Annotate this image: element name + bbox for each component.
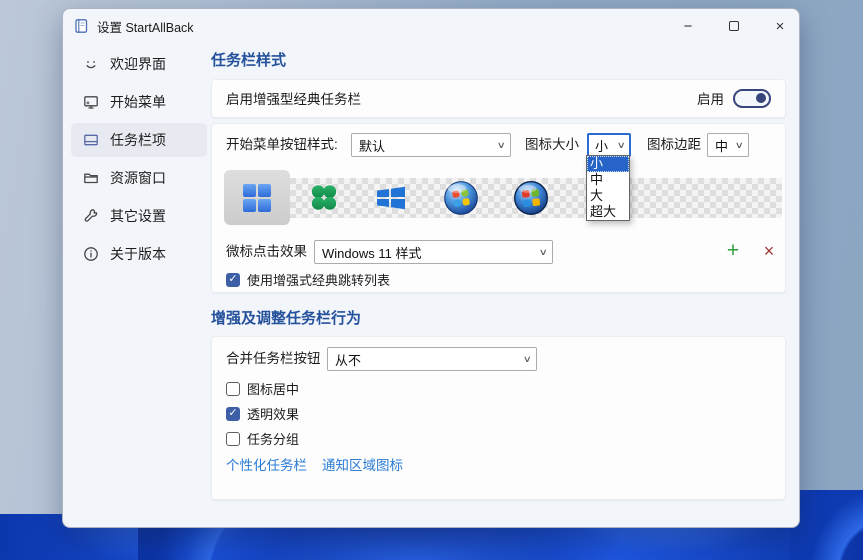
icon-size-select[interactable]: 小 ∨ bbox=[587, 133, 631, 157]
icon-margin-select[interactable]: 中 ∨ bbox=[707, 133, 749, 157]
personalize-taskbar-link[interactable]: 个性化任务栏 bbox=[226, 454, 307, 474]
orb-windows-11[interactable] bbox=[224, 170, 290, 225]
dropdown-option-extra-large[interactable]: 超大 bbox=[587, 204, 629, 220]
wallpaper-petal-right bbox=[790, 490, 863, 560]
sidebar-item-label: 任务栏项 bbox=[110, 130, 166, 150]
app-icon bbox=[73, 18, 89, 34]
enable-taskbar-toggle[interactable] bbox=[733, 89, 771, 108]
start-button-style-label: 开始菜单按钮样式: bbox=[226, 133, 338, 157]
orb-windows-7[interactable] bbox=[428, 170, 494, 225]
transparency-label: 透明效果 bbox=[247, 404, 299, 423]
info-icon bbox=[83, 246, 99, 262]
icon-size-label: 图标大小 bbox=[525, 133, 579, 157]
chevron-down-icon: ∨ bbox=[497, 140, 506, 151]
startallback-settings-window: 设置 StartAllBack − × 欢迎界面 开始菜单 任务栏项 资源窗口 bbox=[62, 8, 800, 528]
notification-area-icons-link[interactable]: 通知区域图标 bbox=[322, 454, 403, 474]
startallback-clover-logo-icon bbox=[309, 183, 339, 213]
check-icon: ✓ bbox=[228, 408, 237, 419]
sidebar-item-label: 开始菜单 bbox=[110, 92, 166, 112]
close-icon: × bbox=[776, 18, 785, 35]
task-grouping-checkbox[interactable]: ✓ bbox=[226, 432, 240, 446]
chevron-down-icon: ∨ bbox=[617, 140, 626, 151]
sidebar-item-start-menu[interactable]: 开始菜单 bbox=[71, 85, 207, 119]
task-grouping-label: 任务分组 bbox=[247, 429, 299, 448]
explorer-window-icon bbox=[83, 170, 99, 186]
sidebar-item-label: 欢迎界面 bbox=[110, 54, 166, 74]
minimize-button[interactable]: − bbox=[671, 14, 705, 38]
section-title-taskbar-style: 任务栏样式 bbox=[211, 49, 286, 70]
dropdown-option-medium[interactable]: 中 bbox=[587, 172, 629, 188]
sidebar-item-label: 关于版本 bbox=[110, 244, 166, 264]
wrench-icon bbox=[83, 208, 99, 224]
maximize-icon bbox=[729, 21, 739, 31]
remove-button[interactable]: × bbox=[758, 240, 780, 262]
welcome-smiley-icon bbox=[83, 56, 99, 72]
enable-taskbar-label: 启用增强型经典任务栏 bbox=[226, 88, 361, 112]
sidebar-item-explorer[interactable]: 资源窗口 bbox=[71, 161, 207, 195]
add-button[interactable]: + bbox=[722, 240, 744, 262]
orb-startallback-clover[interactable] bbox=[291, 170, 357, 225]
click-effect-select[interactable]: Windows 11 样式 ∨ bbox=[314, 240, 553, 264]
combine-buttons-value: 从不 bbox=[335, 350, 361, 369]
task-grouping-checkbox-row[interactable]: ✓ 任务分组 bbox=[226, 429, 299, 448]
check-icon: ✓ bbox=[228, 274, 237, 285]
sidebar-item-taskbar[interactable]: 任务栏项 bbox=[71, 123, 207, 157]
window-title: 设置 StartAllBack bbox=[97, 17, 194, 36]
icon-margin-label: 图标边距 bbox=[647, 133, 701, 157]
sidebar-item-other-settings[interactable]: 其它设置 bbox=[71, 199, 207, 233]
start-menu-icon bbox=[83, 94, 99, 110]
center-icons-label: 图标居中 bbox=[247, 379, 299, 398]
windows-8-logo-icon bbox=[376, 184, 406, 212]
toggle-label: 启用 bbox=[697, 88, 724, 108]
remove-x-icon: × bbox=[764, 241, 775, 262]
orb-windows-vista[interactable] bbox=[498, 170, 564, 225]
center-icons-checkbox[interactable]: ✓ bbox=[226, 382, 240, 396]
jumplist-checkbox-label: 使用增强式经典跳转列表 bbox=[247, 270, 390, 289]
transparency-checkbox[interactable]: ✓ bbox=[226, 407, 240, 421]
icon-size-dropdown-popup: 小 中 大 超大 bbox=[586, 155, 630, 221]
jumplist-checkbox[interactable]: ✓ bbox=[226, 273, 240, 287]
maximize-button[interactable] bbox=[717, 14, 751, 38]
style-card: 开始菜单按钮样式: 默认 ∨ 图标大小 小 ∨ 图标边距 中 ∨ bbox=[211, 123, 786, 293]
sidebar-item-welcome[interactable]: 欢迎界面 bbox=[71, 47, 207, 81]
toggle-knob bbox=[756, 93, 766, 103]
taskbar-icon bbox=[83, 132, 99, 148]
enable-card: 启用增强型经典任务栏 启用 bbox=[211, 79, 786, 118]
chevron-down-icon: ∨ bbox=[735, 140, 744, 151]
dropdown-option-large[interactable]: 大 bbox=[587, 188, 629, 204]
close-button[interactable]: × bbox=[763, 14, 797, 38]
sidebar-item-label: 资源窗口 bbox=[110, 168, 166, 188]
start-button-style-value: 默认 bbox=[359, 136, 385, 155]
center-icons-checkbox-row[interactable]: ✓ 图标居中 bbox=[226, 379, 299, 398]
windows-11-logo-icon bbox=[242, 183, 272, 213]
sidebar-item-label: 其它设置 bbox=[110, 206, 166, 226]
combine-buttons-label: 合并任务栏按钮 bbox=[226, 347, 321, 371]
chevron-down-icon: ∨ bbox=[539, 247, 548, 258]
start-button-style-select[interactable]: 默认 ∨ bbox=[351, 133, 511, 157]
behavior-card: 合并任务栏按钮 从不 ∨ ✓ 图标居中 ✓ 透明效果 ✓ 任务分组 个性化任务栏… bbox=[211, 336, 786, 500]
jumplist-checkbox-row[interactable]: ✓ 使用增强式经典跳转列表 bbox=[226, 270, 390, 289]
icon-margin-value: 中 bbox=[715, 136, 728, 155]
chevron-down-icon: ∨ bbox=[523, 354, 532, 365]
windows-vista-orb-icon bbox=[513, 180, 549, 216]
sidebar-item-about[interactable]: 关于版本 bbox=[71, 237, 207, 271]
click-effect-value: Windows 11 样式 bbox=[322, 243, 421, 262]
transparency-checkbox-row[interactable]: ✓ 透明效果 bbox=[226, 404, 299, 423]
click-effect-label: 微标点击效果 bbox=[226, 240, 307, 264]
minimize-icon: − bbox=[684, 18, 693, 35]
orb-windows-8[interactable] bbox=[358, 170, 424, 225]
dropdown-option-small[interactable]: 小 bbox=[587, 156, 629, 172]
windows-7-orb-icon bbox=[443, 180, 479, 216]
section-title-taskbar-behavior: 增强及调整任务栏行为 bbox=[211, 307, 361, 328]
icon-size-value: 小 bbox=[595, 136, 608, 155]
plus-icon: + bbox=[727, 239, 739, 263]
combine-buttons-select[interactable]: 从不 ∨ bbox=[327, 347, 537, 371]
